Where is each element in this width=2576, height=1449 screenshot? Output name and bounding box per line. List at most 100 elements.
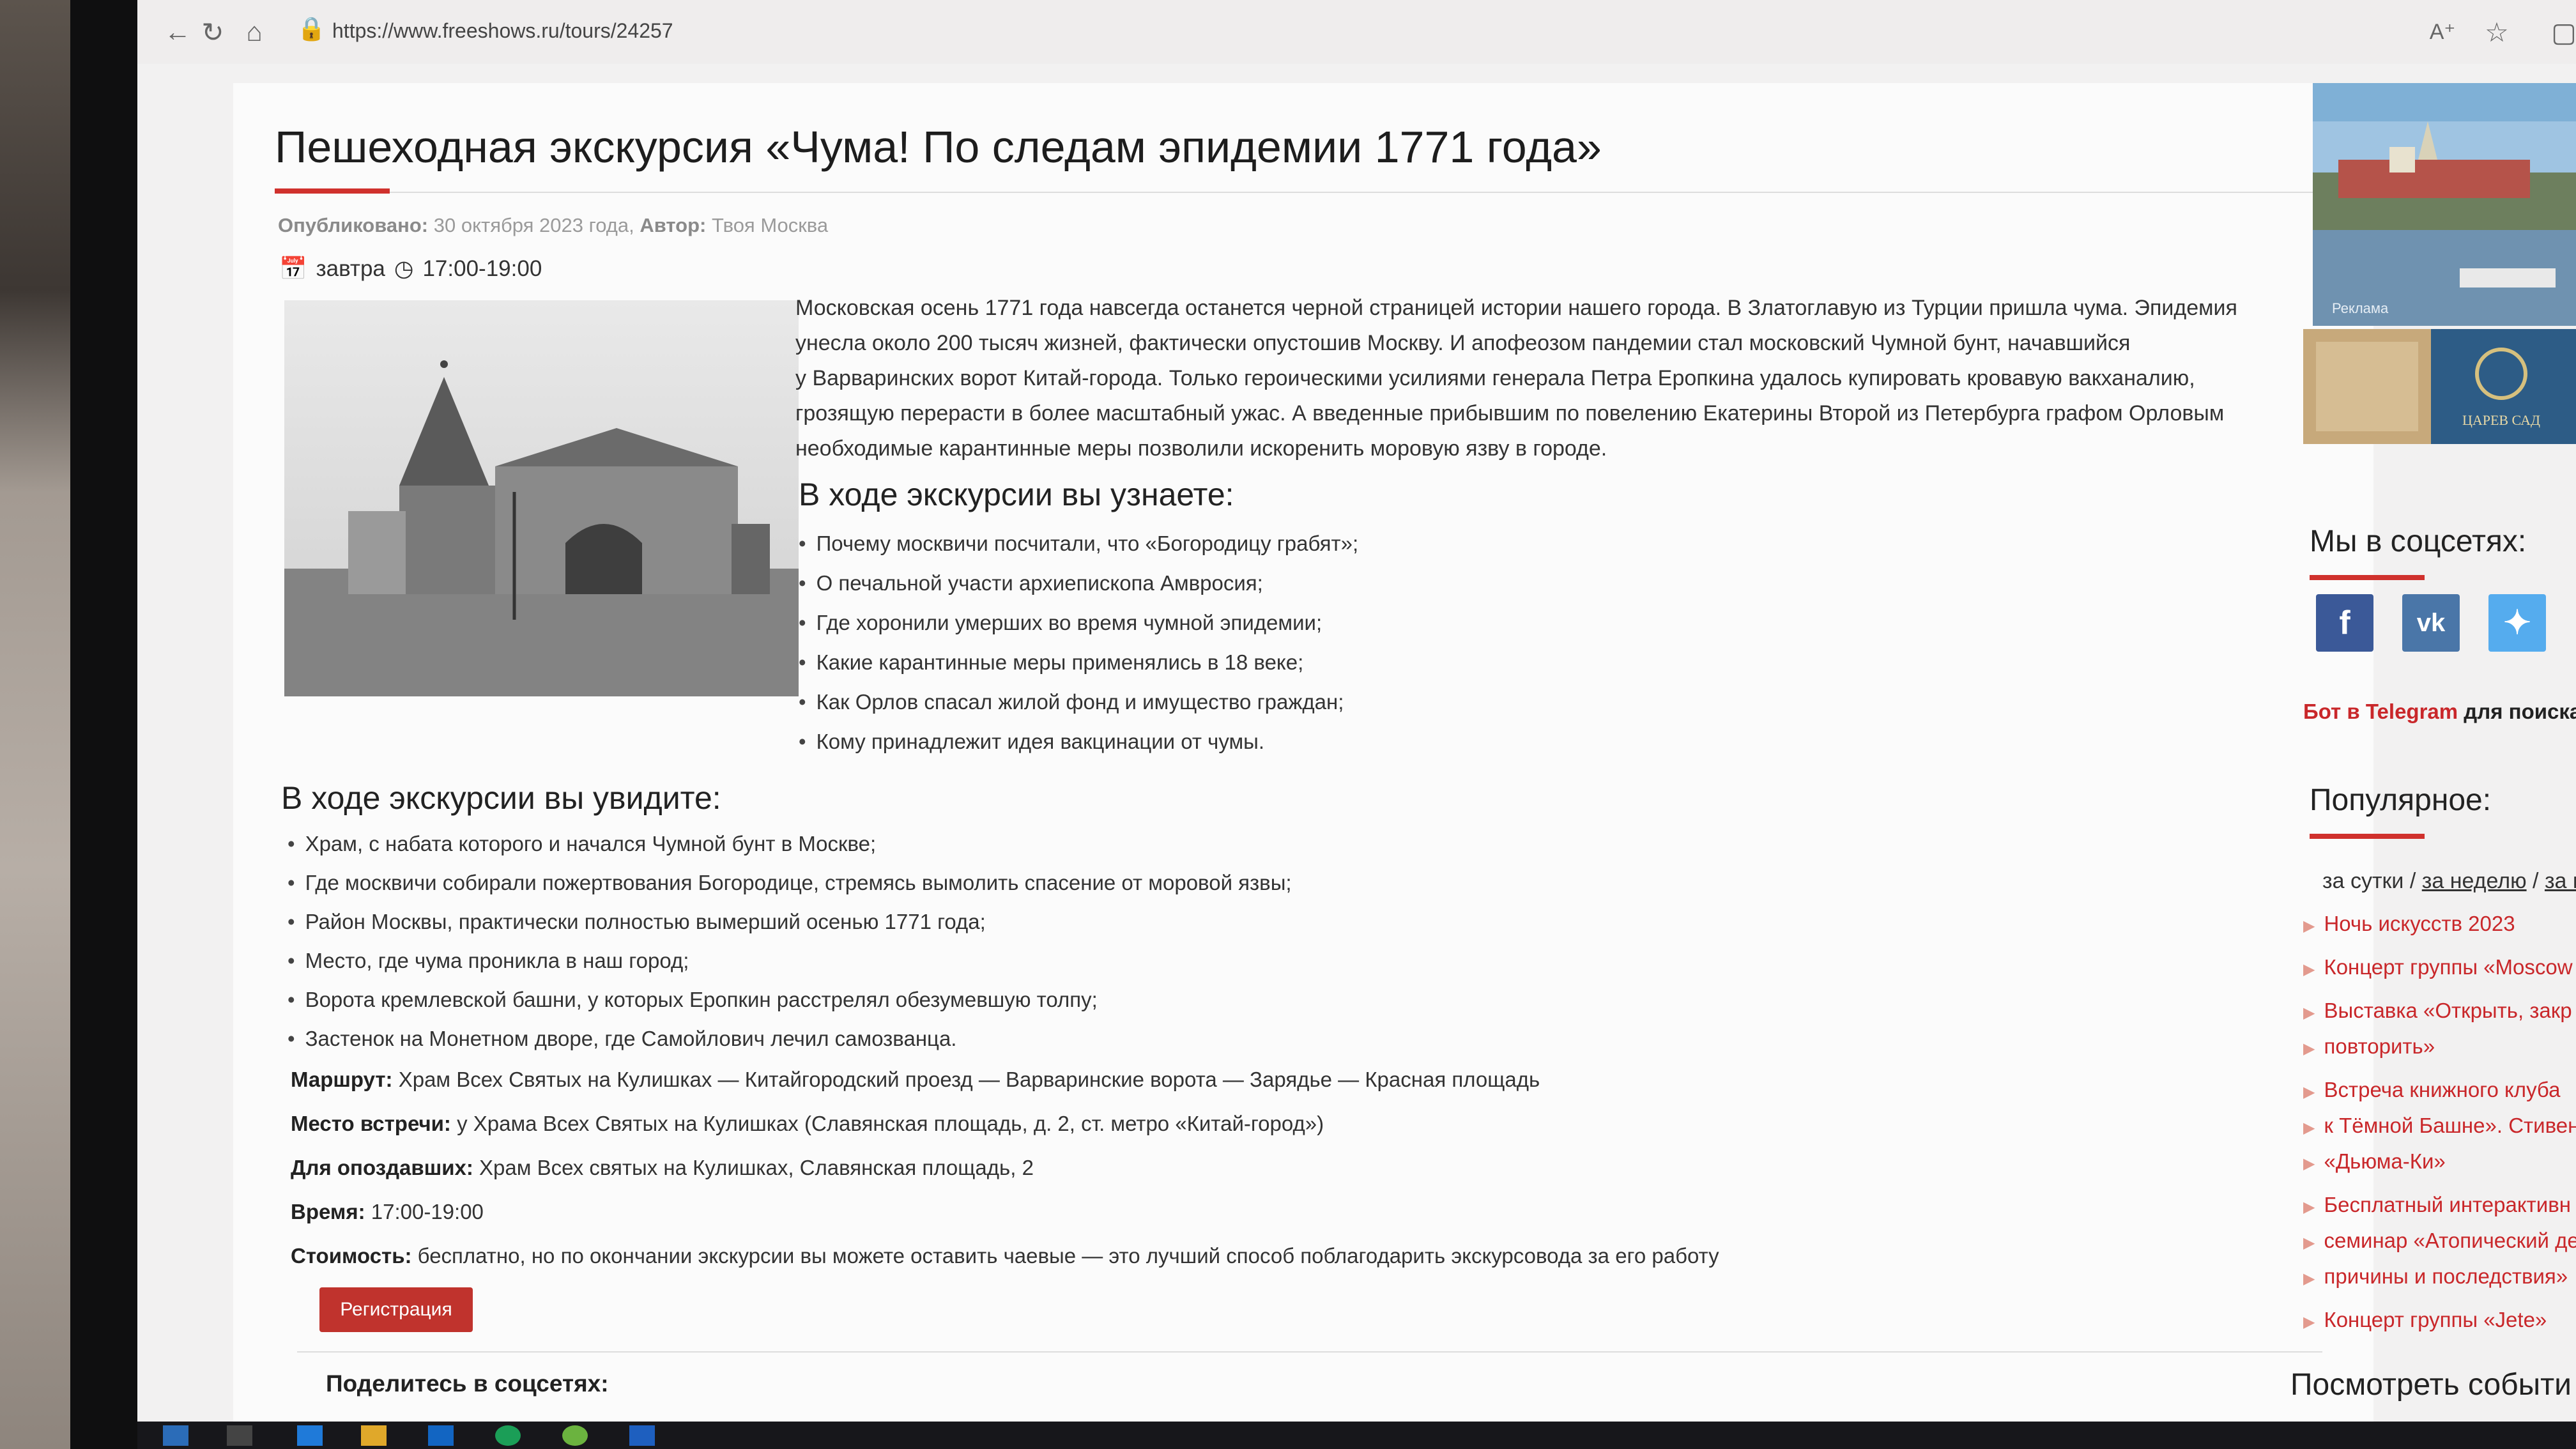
heading-accent xyxy=(2310,834,2425,839)
chrome-icon[interactable] xyxy=(562,1425,588,1446)
home-icon[interactable]: ⌂ xyxy=(236,14,272,50)
telegram-link[interactable]: Бот в Telegram xyxy=(2303,700,2458,723)
detail-value: 17:00-19:00 xyxy=(371,1200,484,1223)
read-aloud-icon[interactable]: A⁺ xyxy=(2425,14,2460,50)
file-explorer-icon[interactable] xyxy=(361,1425,387,1446)
popular-item-continued[interactable]: к Тёмной Башне». Стивен Ки xyxy=(2303,1109,2576,1145)
author-link[interactable]: Твоя Москва xyxy=(712,214,828,236)
ad-banner-tsarev-sad[interactable]: ЦАРЕВ САД xyxy=(2303,329,2576,444)
list-item: Где хоронили умерших во время чумной эпи… xyxy=(799,603,1358,643)
edge-icon[interactable] xyxy=(495,1425,521,1446)
detail-value: Храм Всех святых на Кулишках, Славянская… xyxy=(479,1156,1034,1179)
list-item: Ворота кремлевской башни, у которых Ероп… xyxy=(288,980,1292,1019)
taskbar-app-icon[interactable] xyxy=(297,1425,323,1446)
list-item: Храм, с набата которого и начался Чумной… xyxy=(288,824,1292,863)
event-datetime: 📅 завтра ◷ 17:00-19:00 xyxy=(279,256,542,282)
twitter-icon[interactable]: ✦ xyxy=(2488,594,2546,652)
detail-time: Время: 17:00-19:00 xyxy=(291,1190,1719,1234)
browser-toolbar: ← ↻ ⌂ 🔒 https://www.freeshows.ru/tours/2… xyxy=(137,0,2576,65)
publication-meta: Опубликовано: 30 октября 2023 года, Авто… xyxy=(278,214,829,236)
list-item: О печальной участи архиепископа Амвросия… xyxy=(799,564,1358,603)
popular-item-continued[interactable]: повторить» xyxy=(2303,1030,2576,1066)
ad-text: ЦАРЕВ САД xyxy=(2462,412,2540,428)
period-month[interactable]: за м xyxy=(2545,869,2576,893)
detail-route: Маршрут: Храм Всех Святых на Кулишках — … xyxy=(291,1057,1719,1101)
page-title: Пешеходная экскурсия «Чума! По следам эп… xyxy=(275,122,1602,172)
published-label: Опубликовано: xyxy=(278,214,429,236)
detail-label: Время: xyxy=(291,1200,365,1223)
favorite-star-icon[interactable]: ☆ xyxy=(2479,14,2515,50)
ad-banner-kremlin[interactable]: Реклама xyxy=(2313,83,2576,326)
outlook-icon[interactable] xyxy=(428,1425,454,1446)
intro-line: грозящую перерасти в более масштабный уж… xyxy=(795,401,2225,425)
collections-icon[interactable]: ▢ xyxy=(2546,14,2576,50)
heading-accent xyxy=(2310,575,2425,580)
article-container: Пешеходная экскурсия «Чума! По следам эп… xyxy=(233,83,2373,1429)
list-item: Район Москвы, практически полностью выме… xyxy=(288,902,1292,941)
title-divider xyxy=(275,192,2319,193)
facebook-icon[interactable]: f xyxy=(2316,594,2373,652)
published-date: 30 октября 2023 года xyxy=(433,214,629,236)
period-separator: / xyxy=(2533,869,2539,893)
background-wall xyxy=(0,0,70,1449)
learn-heading: В ходе экскурсии вы узнаете: xyxy=(799,477,1234,512)
detail-label: Маршрут: xyxy=(291,1068,393,1091)
lock-icon: 🔒 xyxy=(297,15,326,42)
list-item: Застенок на Монетном дворе, где Самойлов… xyxy=(288,1019,1292,1058)
period-week[interactable]: за неделю xyxy=(2422,869,2527,893)
share-label: Поделитесь в соцсетях: xyxy=(326,1370,609,1397)
list-item: Какие карантинные меры применялись в 18 … xyxy=(799,643,1358,682)
detail-price: Стоимость: бесплатно, но по окончании эк… xyxy=(291,1234,1719,1278)
popular-item[interactable]: Концерт группы «Jete» xyxy=(2303,1303,2576,1339)
intro-line: унесла около 200 тысяч жизней, фактическ… xyxy=(795,331,2131,355)
right-sidebar: Реклама ЦАРЕВ САД Мы в соцсетях: f vk ✦ … xyxy=(2284,77,2576,1418)
event-time: 17:00-19:00 xyxy=(422,256,542,281)
social-heading: Мы в соцсетях: xyxy=(2310,525,2527,558)
taskbar-app-icon[interactable] xyxy=(629,1425,655,1446)
popular-item[interactable]: Бесплатный интерактивн xyxy=(2303,1188,2576,1224)
popular-item-continued[interactable]: причины и последствия» xyxy=(2303,1260,2576,1296)
intro-line: Московская осень 1771 года навсегда оста… xyxy=(795,296,2237,320)
task-view-icon[interactable] xyxy=(227,1425,252,1446)
see-list: Храм, с набата которого и начался Чумной… xyxy=(288,824,1292,1058)
detail-meeting: Место встречи: у Храма Всех Святых на Ку… xyxy=(291,1101,1719,1146)
event-photo xyxy=(284,300,799,696)
vk-icon[interactable]: vk xyxy=(2402,594,2460,652)
back-icon[interactable]: ← xyxy=(160,14,195,50)
period-day[interactable]: за сутки xyxy=(2322,869,2404,893)
list-item: Как Орлов спасал жилой фонд и имущество … xyxy=(799,682,1358,722)
register-button[interactable]: Регистрация xyxy=(319,1287,473,1332)
learn-list: Почему москвичи посчитали, что «Богороди… xyxy=(799,524,1359,762)
popular-item[interactable]: Концерт группы «Moscow xyxy=(2303,951,2576,986)
see-heading: В ходе экскурсии вы увидите: xyxy=(281,780,721,816)
calendar-icon: 📅 xyxy=(279,256,307,281)
popular-item[interactable]: Выставка «Открыть, закр xyxy=(2303,994,2576,1030)
address-bar[interactable]: 🔒 https://www.freeshows.ru/tours/24257 xyxy=(297,10,2214,52)
telegram-text: для поиска xyxy=(2464,700,2576,723)
period-separator: / xyxy=(2409,869,2416,893)
popular-item-continued[interactable]: семинар «Атопический дерм xyxy=(2303,1224,2576,1260)
author-label: Автор: xyxy=(640,214,707,236)
events-heading: Посмотреть событи xyxy=(2290,1368,2572,1402)
event-details: Маршрут: Храм Всех Святых на Кулишках — … xyxy=(291,1057,1719,1278)
popular-heading: Популярное: xyxy=(2310,783,2492,817)
list-item: Кому принадлежит идея вакцинации от чумы… xyxy=(799,722,1358,762)
taskbar xyxy=(137,1422,2576,1449)
title-accent xyxy=(275,188,390,194)
detail-latecomers: Для опоздавших: Храм Всех святых на Кули… xyxy=(291,1146,1719,1190)
popular-item[interactable]: Ночь искусств 2023 xyxy=(2303,907,2576,943)
list-item: Почему москвичи посчитали, что «Богороди… xyxy=(799,524,1359,564)
detail-value: у Храма Всех Святых на Кулишках (Славянс… xyxy=(457,1112,1324,1135)
detail-label: Для опоздавших: xyxy=(291,1156,473,1179)
url-text: https://www.freeshows.ru/tours/24257 xyxy=(332,19,673,42)
start-icon[interactable] xyxy=(163,1425,188,1446)
refresh-icon[interactable]: ↻ xyxy=(195,14,231,50)
page-content: Пешеходная экскурсия «Чума! По следам эп… xyxy=(137,64,2576,1429)
divider xyxy=(297,1351,2322,1353)
clock-icon: ◷ xyxy=(394,256,414,281)
popular-item[interactable]: Встреча книжного клуба xyxy=(2303,1073,2576,1109)
popular-item-continued[interactable]: «Дьюма-Ки» xyxy=(2303,1145,2576,1181)
detail-label: Стоимость: xyxy=(291,1244,412,1268)
monitor-bezel xyxy=(70,0,147,1449)
period-filter: за сутки / за неделю / за м xyxy=(2322,869,2576,894)
